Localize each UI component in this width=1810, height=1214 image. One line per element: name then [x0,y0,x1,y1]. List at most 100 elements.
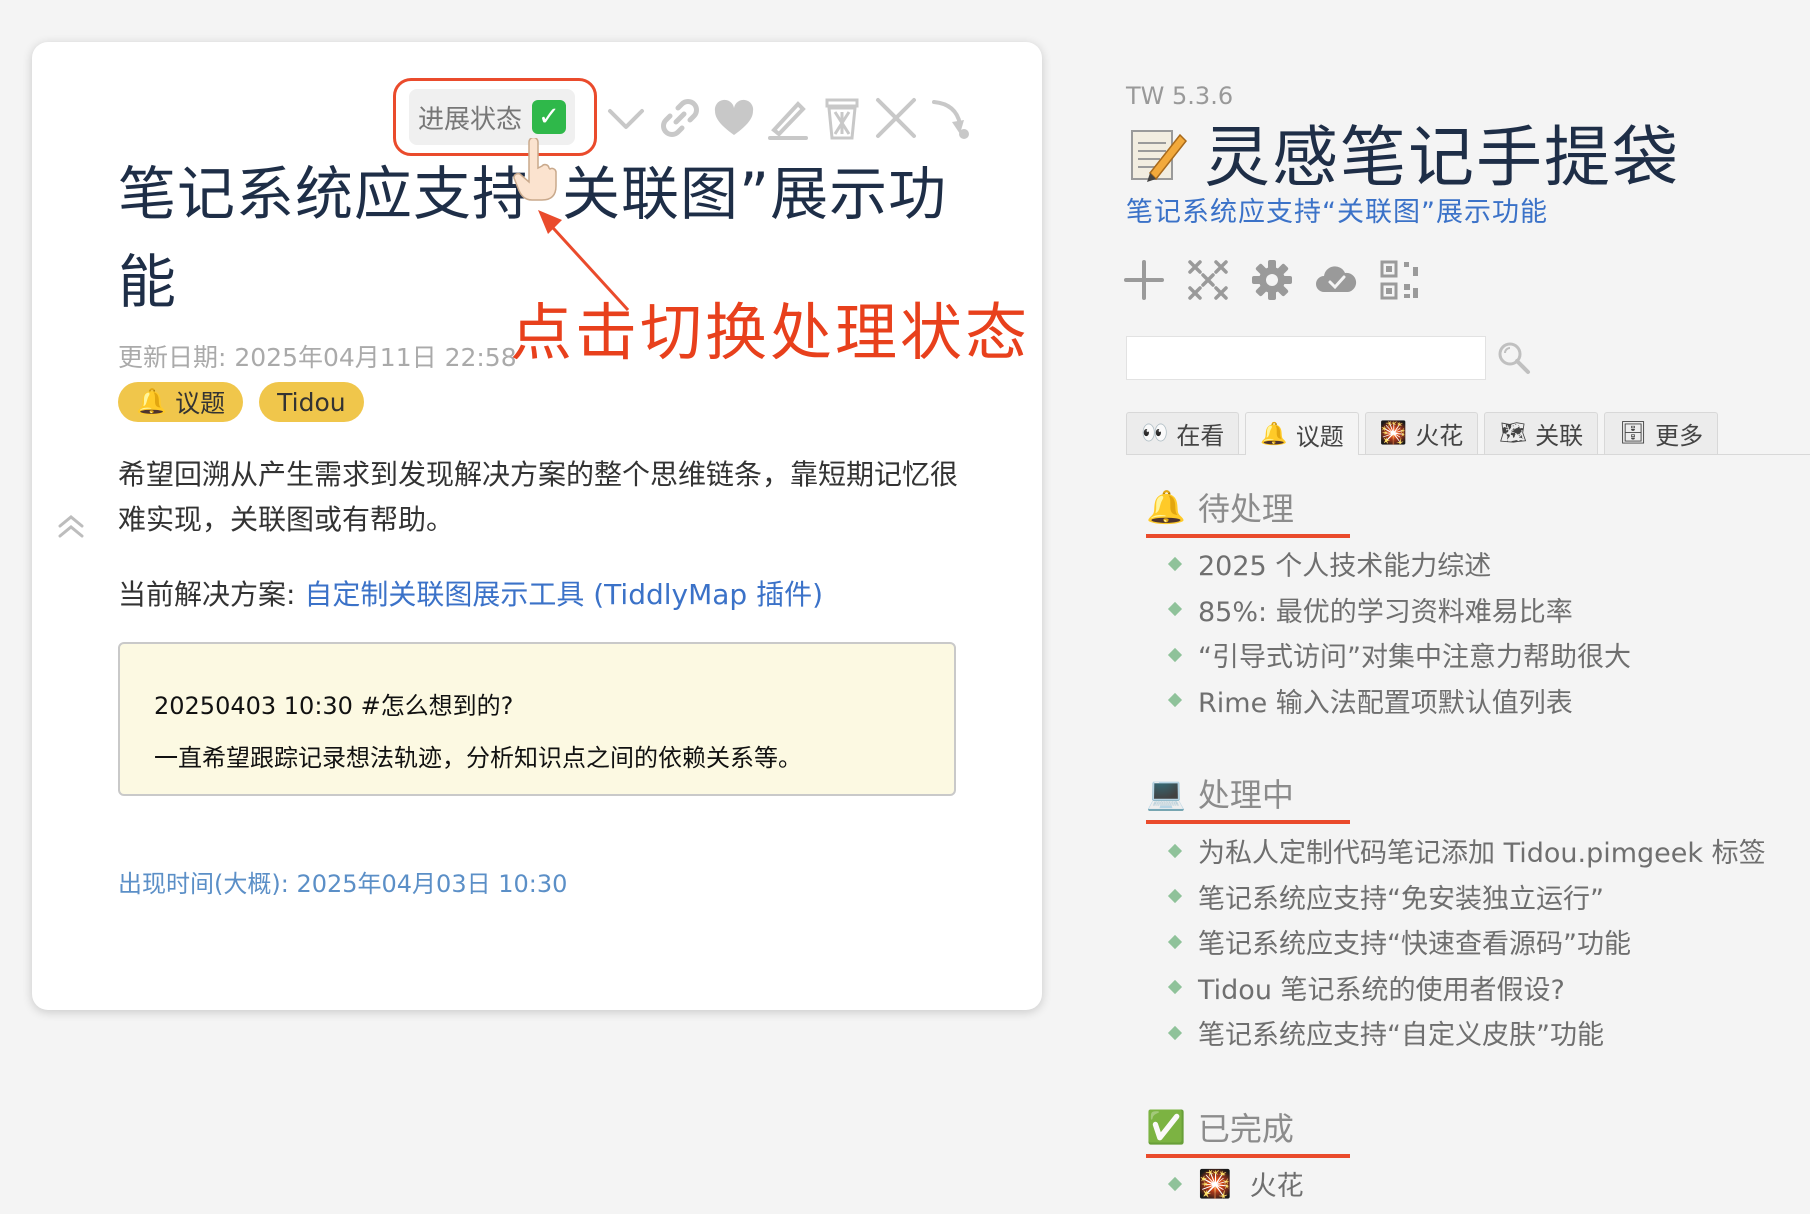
list-item[interactable]: 笔记系统应支持“快速查看源码”功能 [1167,919,1766,965]
appear-time: 出现时间(大概): 2025年04月03日 10:30 [118,870,568,898]
bullet-icon [1167,602,1183,617]
bullet-icon [1167,693,1183,708]
bell-icon: 🔔 [136,387,168,416]
site-title: 灵感笔记手提袋 [1126,104,1680,200]
bell-icon: 🔔 [1146,488,1186,526]
tab-issues[interactable]: 🔔 议题 [1245,412,1359,455]
list-item-label: Tidou 笔记系统的使用者假设? [1198,974,1565,1006]
section-title: 已完成 [1197,1110,1294,1148]
tag-label: 议题 [175,389,226,418]
list-item-label: 笔记系统应支持“自定义皮肤”功能 [1198,1020,1604,1052]
tag-list: 🔔 议题 Tidou [118,382,364,422]
pointing-hand-icon [513,138,557,201]
gear-icon[interactable] [1250,258,1294,302]
close-icon[interactable] [872,94,920,142]
tab-label: 议题 [1295,422,1344,451]
highlight-ring [393,78,597,156]
section-title: 处理中 [1197,776,1294,814]
list-item[interactable]: Rime 输入法配置项默认值列表 [1167,678,1631,724]
list-item-label: 笔记系统应支持“快速查看源码”功能 [1198,929,1631,961]
list-item-label: “引导式访问”对集中注意力帮助很大 [1198,642,1631,674]
list-item[interactable]: 2025 个人技术能力综述 [1167,541,1631,587]
section-underline [1146,1154,1350,1158]
eyes-icon: 👀 [1141,421,1169,446]
check-mark-icon: ✅ [1146,1108,1186,1146]
bullet-icon [1167,980,1183,995]
bullet-icon [1167,1176,1183,1191]
list-item[interactable]: “引导式访问”对集中注意力帮助很大 [1167,632,1631,678]
note-line-1: 20250403 10:30 #怎么想到的? [154,692,514,720]
tag-tidou[interactable]: Tidou [259,382,364,422]
tiddler-body: 希望回溯从产生需求到发现解决方案的整个思维链条，靠短期记忆很难实现，关联图或有帮… [118,458,959,536]
tag-issue[interactable]: 🔔 议题 [118,382,244,422]
tab-relations[interactable]: 🗺 关联 [1484,412,1599,454]
tab-label: 更多 [1655,422,1704,450]
chevron-down-icon[interactable] [602,94,650,142]
sparkler-icon: 🎇 [1379,421,1408,446]
sidebar-tabs: 👀 在看 🔔 议题 🎇 火花 🗺 关联 🗄 更多 [1126,412,1810,455]
section-heading-pending: 🔔 待处理 [1146,484,1294,530]
list-item[interactable]: 🎇 火花 [1167,1161,1304,1207]
bullet-icon [1167,1025,1183,1040]
bullet-icon [1167,843,1183,858]
site-subtitle[interactable]: 笔记系统应支持“关联图”展示功能 [1126,190,1548,229]
list-item-label: Rime 输入法配置项默认值列表 [1198,687,1573,719]
tab-sparks[interactable]: 🎇 火花 [1364,412,1479,454]
tab-watching[interactable]: 👀 在看 [1126,412,1240,454]
section-underline [1146,534,1350,538]
tab-label: 火花 [1415,422,1464,450]
laptop-icon: 💻 [1146,774,1186,812]
list-item[interactable]: Tidou 笔记系统的使用者假设? [1167,965,1766,1011]
list-item-label: 2025 个人技术能力综述 [1198,551,1492,583]
list-item-label: 笔记系统应支持“免安装独立运行” [1198,883,1604,915]
tab-label: 关联 [1535,422,1584,450]
list-item-label: 为私人定制代码笔记添加 Tidou.pimgeek 标签 [1198,838,1766,870]
title-line-2: 能 [118,248,178,316]
list-item[interactable]: 笔记系统应支持“自定义皮肤”功能 [1167,1010,1766,1056]
list-done: 🎇 火花 [1167,1161,1304,1207]
search-icon[interactable] [1496,340,1532,376]
list-item[interactable]: 85%: 最优的学习资料难易比率 [1167,587,1631,633]
solution-link[interactable]: 自定制关联图展示工具 (TiddlyMap 插件) [304,578,823,611]
bullet-icon [1167,556,1183,571]
section-underline [1146,820,1350,824]
collapse-up-icon[interactable] [56,512,86,542]
section-title: 待处理 [1197,490,1294,528]
plus-icon[interactable] [1122,258,1166,302]
memo-icon [1131,130,1188,182]
bell-icon: 🔔 [1260,421,1288,447]
list-pending: 2025 个人技术能力综述 85%: 最优的学习资料难易比率 “引导式访问”对集… [1167,541,1631,724]
list-item[interactable]: 为私人定制代码笔记添加 Tidou.pimgeek 标签 [1167,828,1766,874]
edit-pencil-icon[interactable] [764,94,812,142]
cabinet-icon: 🗄 [1619,421,1648,446]
bullet-icon [1167,647,1183,662]
tab-more[interactable]: 🗄 更多 [1604,412,1719,454]
heart-icon[interactable] [710,94,758,142]
list-item-label: 85%: 最优的学习资料难易比率 [1198,596,1573,628]
fold-arrow-icon[interactable] [926,94,974,142]
bullet-icon [1167,889,1183,904]
note-box: 20250403 10:30 #怎么想到的? 一直希望跟踪记录想法轨迹，分析知识… [118,642,956,796]
section-heading-done: ✅ 已完成 [1146,1104,1294,1150]
cloud-icon[interactable] [1314,258,1358,302]
link-icon[interactable] [656,94,704,142]
note-line-2: 一直希望跟踪记录想法轨迹，分析知识点之间的依赖关系等。 [154,744,802,772]
page-toolbar [1122,258,1422,302]
trash-icon[interactable] [818,94,866,142]
solution-paragraph: 当前解决方案: 自定制关联图展示工具 (TiddlyMap 插件) [118,572,958,617]
search-input[interactable] [1126,336,1486,380]
grid-icon[interactable] [1186,258,1230,302]
tag-label: Tidou [277,387,346,417]
list-item-label: 火花 [1249,1171,1304,1203]
bullet-icon [1167,934,1183,949]
sparkler-icon: 🎇 [1198,1168,1232,1200]
map-icon: 🗺 [1499,421,1528,446]
annotation-text: 点击切换处理状态 [510,296,1031,369]
list-item[interactable]: 笔记系统应支持“免安装独立运行” [1167,874,1766,920]
qr-code-icon[interactable] [1378,258,1422,302]
tab-label: 在看 [1176,422,1225,450]
list-in-progress: 为私人定制代码笔记添加 Tidou.pimgeek 标签 笔记系统应支持“免安装… [1167,828,1766,1056]
solution-prefix: 当前解决方案: [118,578,305,611]
site-title-text: 灵感笔记手提袋 [1204,119,1680,196]
modified-date: 更新日期: 2025年04月11日 22:58 [118,343,517,372]
